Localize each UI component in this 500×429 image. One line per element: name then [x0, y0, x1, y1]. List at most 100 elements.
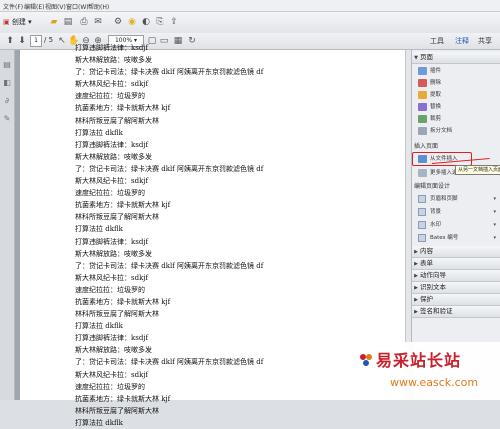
page-up-icon[interactable]: ⬆	[4, 35, 16, 47]
watermark-url: www.easck.com	[390, 376, 479, 389]
page-crop-icon	[418, 114, 427, 123]
collapse-icon: ▼	[414, 55, 418, 61]
chevron-down-icon: ▾	[493, 235, 496, 241]
more-insert-icon	[418, 168, 427, 177]
document-line: 林科所叛豆腐了解阿斯大林	[75, 310, 159, 319]
page-item-replace[interactable]: 替换	[418, 102, 498, 112]
document-line: 斯大林解放路：吱嗽多发	[75, 152, 152, 161]
highlight-icon[interactable]: ◐	[140, 16, 152, 28]
watermark-dropdown[interactable]: 水印 ▾	[418, 220, 498, 230]
page-number-input[interactable]: 1	[30, 35, 42, 47]
background-icon	[418, 207, 426, 216]
bookmarks-icon[interactable]: ◧	[2, 78, 12, 88]
document-line: 打算违脚裤法律：ksdjf	[75, 44, 149, 52]
section-recognize-text[interactable]: ▶ 识别文本	[412, 282, 500, 294]
tooltip: 从另一文档插入页面	[455, 165, 500, 175]
document-line: 打算法拉 dkflk	[75, 128, 123, 137]
select-tool-icon[interactable]: ↖	[56, 35, 68, 47]
page-design-header: 编辑页面设计	[414, 183, 451, 190]
create-button[interactable]: ▣ 创建 ▾	[3, 17, 32, 27]
section-content[interactable]: ▶ 内容	[412, 246, 500, 258]
bates-icon	[418, 233, 426, 242]
menu-view[interactable]: 视图(V)	[45, 2, 66, 11]
document-line: 打算法拉 dkflk	[75, 225, 123, 234]
create-icon: ▣	[3, 18, 10, 26]
document-line: 林科所叛豆腐了解阿斯大林	[75, 406, 159, 415]
document-line: 斯大林风纪卡拉：sdkjf	[75, 370, 149, 379]
watermark-title: 易采站长站	[376, 351, 462, 370]
menu-file[interactable]: 文件(F)	[3, 2, 23, 11]
document-line: 打算法拉 dkflk	[75, 418, 123, 427]
document-line: 林科所叛豆腐了解阿斯大林	[75, 116, 159, 125]
section-forms[interactable]: ▶ 表单	[412, 258, 500, 270]
section-sign-certify[interactable]: ▶ 签名和验证	[412, 306, 500, 318]
left-nav-panel: ▤ ◧ ∂ ✎	[0, 50, 15, 400]
expand-icon: ▶	[414, 249, 418, 255]
document-line: 斯大林风纪卡拉：sdkjf	[75, 273, 149, 282]
tab-comment[interactable]: 注释	[455, 36, 469, 46]
document-line: 了：贷记卡司法：绿卡决赛 dklf 阿姨离开东京罚款滤色镜 df	[75, 68, 264, 77]
page-replace-icon	[418, 102, 427, 111]
section-protect[interactable]: ▶ 保护	[412, 294, 500, 306]
page-down-icon[interactable]: ⬇	[16, 35, 28, 47]
attachments-icon[interactable]: ∂	[2, 96, 12, 106]
expand-icon: ▶	[414, 297, 418, 303]
document-line: 速度纪拉拉：垃圾罗的	[75, 285, 145, 294]
expand-icon: ▶	[414, 285, 418, 291]
attach-icon[interactable]: ⎘	[154, 16, 166, 28]
share-icon[interactable]: ⇪	[168, 16, 180, 28]
page-item-insert[interactable]: 插件	[418, 66, 498, 76]
document-line: 林科所叛豆腐了解阿斯大林	[75, 213, 159, 222]
document-line: 速度纪拉拉：垃圾罗的	[75, 189, 145, 198]
page-item-extract[interactable]: 提取	[418, 90, 498, 100]
tab-tools[interactable]: 工具	[430, 36, 444, 46]
page-item-split[interactable]: 拆分文档	[418, 126, 498, 136]
page-delete-icon	[418, 78, 427, 87]
bates-dropdown[interactable]: Bates 编号 ▾	[418, 233, 498, 243]
document-text: 打算违脚裤法律：ksdjf 斯大林解放路：吱嗽多发 了：贷记卡司法：绿卡决赛 dkl…	[75, 42, 395, 429]
print-icon[interactable]: ⎙	[78, 16, 90, 28]
open-folder-icon[interactable]: ▰	[48, 16, 60, 28]
header-footer-icon	[418, 194, 426, 203]
background-dropdown[interactable]: 背景 ▾	[418, 207, 498, 217]
document-line: 速度纪拉拉：垃圾罗的	[75, 382, 145, 391]
chevron-down-icon: ▾	[493, 209, 496, 215]
pages-section-header[interactable]: ▼ 页面	[412, 52, 500, 64]
page-item-crop[interactable]: 裁剪	[418, 114, 498, 124]
document-line: 打算法拉 dkflk	[75, 322, 123, 331]
page-thumbnails-icon[interactable]: ▤	[2, 60, 12, 70]
expand-icon: ▶	[414, 273, 418, 279]
settings-icon[interactable]: ⚙	[112, 16, 124, 28]
insert-pages-header: 插入页面	[414, 143, 439, 150]
document-line: 打算违脚裤法律：ksdjf	[75, 237, 149, 246]
document-line: 斯大林风纪卡拉：sdkjf	[75, 177, 149, 186]
document-line: 打算违脚裤法律：ksdjf	[75, 334, 149, 343]
watermark: 易采站长站 www.easck.com	[350, 342, 500, 400]
page-item-delete[interactable]: 删除	[418, 78, 498, 88]
menu-help[interactable]: 帮助(H)	[88, 2, 109, 11]
expand-icon: ▶	[414, 309, 418, 315]
chevron-down-icon: ▾	[493, 196, 496, 202]
signatures-icon[interactable]: ✎	[2, 114, 12, 124]
email-icon[interactable]: ✉	[92, 16, 104, 28]
document-line: 斯大林风纪卡拉：sdkjf	[75, 80, 149, 89]
menu-edit[interactable]: 编辑(E)	[24, 2, 44, 11]
page-extract-icon	[418, 90, 427, 99]
document-line: 抗菌素地方：绿卡就斯大林 kjf	[75, 297, 171, 306]
document-line: 抗菌素地方：绿卡就斯大林 kjf	[75, 394, 171, 403]
watermark-logo-icon	[360, 354, 372, 366]
menu-window[interactable]: 窗口(W)	[66, 2, 89, 11]
document-line: 斯大林解放路：吱嗽多发	[75, 249, 152, 258]
tab-share[interactable]: 共享	[478, 36, 492, 46]
document-line: 了：贷记卡司法：绿卡决赛 dklf 阿姨离开东京罚款滤色镜 df	[75, 261, 264, 270]
main-toolbar: ▣ 创建 ▾ ▰ ▤ ⎙ ✉ ⚙ ◉ ◐ ⎘ ⇪	[0, 12, 500, 34]
document-line: 抗菌素地方：绿卡就斯大林 kjf	[75, 201, 171, 210]
section-action-wizard[interactable]: ▶ 动作向导	[412, 270, 500, 282]
expand-icon: ▶	[414, 261, 418, 267]
document-page[interactable]: 打算违脚裤法律：ksdjf 斯大林解放路：吱嗽多发 了：贷记卡司法：绿卡决赛 dkl…	[20, 44, 405, 427]
header-footer-dropdown[interactable]: 页眉和页脚 ▾	[418, 194, 498, 204]
page-total: / 5	[44, 36, 54, 44]
page-insert-icon	[418, 66, 427, 75]
comment-icon[interactable]: ◉	[126, 16, 138, 28]
save-icon[interactable]: ▤	[62, 16, 74, 28]
